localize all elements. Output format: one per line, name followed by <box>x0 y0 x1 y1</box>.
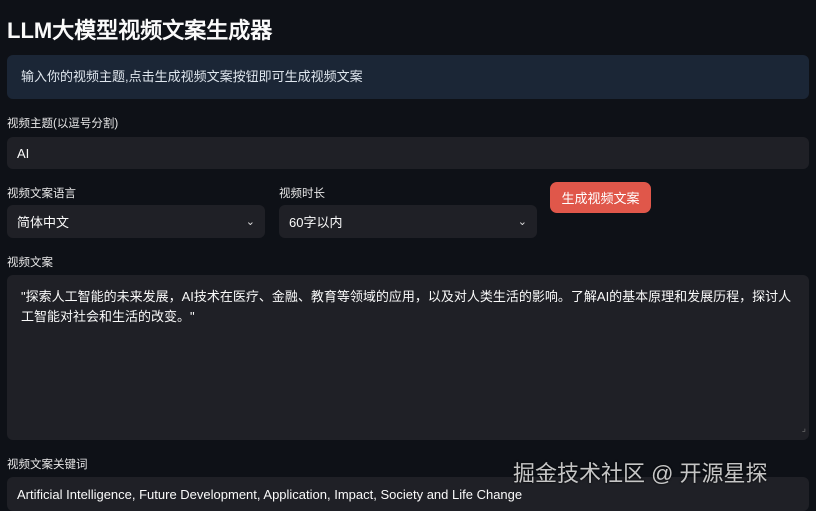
duration-value: 60字以内 <box>289 215 343 230</box>
info-banner: 输入你的视频主题,点击生成视频文案按钮即可生成视频文案 <box>7 55 809 99</box>
generate-button[interactable]: 生成视频文案 <box>550 182 651 213</box>
chevron-down-icon: ⌄ <box>517 216 527 228</box>
language-value: 简体中文 <box>17 215 70 230</box>
language-select[interactable]: 简体中文 ⌄ <box>7 205 265 238</box>
chevron-down-icon: ⌄ <box>245 216 255 228</box>
script-label: 视频文案 <box>7 257 53 269</box>
resize-handle-icon[interactable]: ⌟ <box>802 418 806 438</box>
page-title: LLM大模型视频文案生成器 <box>7 18 273 43</box>
watermark: 掘金技术社区 @ 开源星探 <box>513 461 768 486</box>
topic-input[interactable]: AI <box>7 137 809 169</box>
script-textarea[interactable]: "探索人工智能的未来发展，AI技术在医疗、金融、教育等领域的应用，以及对人类生活… <box>7 275 809 440</box>
script-text: "探索人工智能的未来发展，AI技术在医疗、金融、教育等领域的应用，以及对人类生活… <box>21 289 792 324</box>
keywords-label: 视频文案关键词 <box>7 459 88 471</box>
duration-label: 视频时长 <box>279 188 325 200</box>
topic-label: 视频主题(以逗号分割) <box>7 118 119 130</box>
language-label: 视频文案语言 <box>7 188 76 200</box>
duration-select[interactable]: 60字以内 ⌄ <box>279 205 537 238</box>
